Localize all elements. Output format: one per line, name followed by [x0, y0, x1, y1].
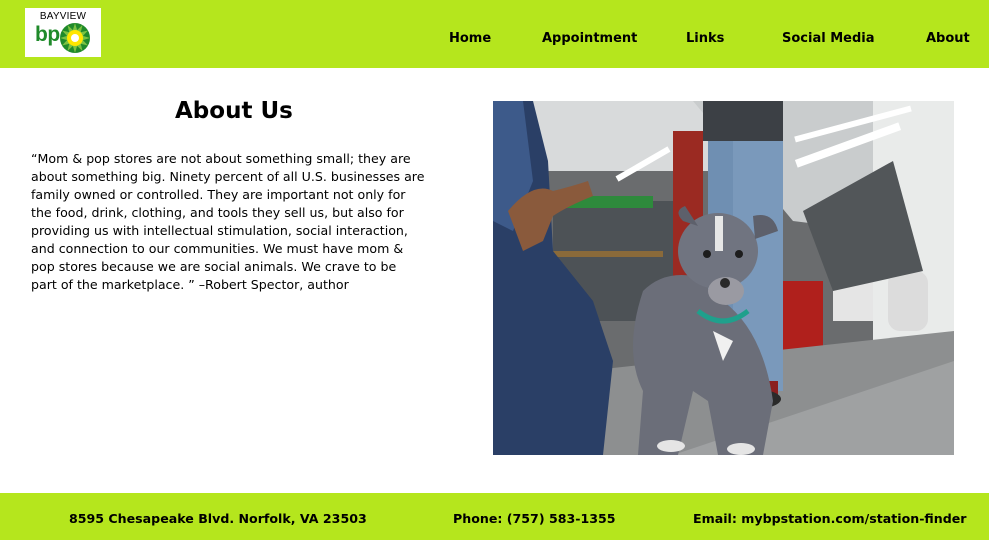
logo-text: BAYVIEW	[39, 11, 87, 22]
about-quote: “Mom & pop stores are not about somethin…	[31, 151, 425, 292]
page-title: About Us	[175, 98, 293, 124]
bayview-bp-logo[interactable]: BAYVIEW bp	[25, 8, 101, 57]
footer-email[interactable]: Email: mybpstation.com/station-finder	[693, 511, 967, 526]
nav-social-media[interactable]: Social Media	[782, 31, 875, 46]
logo-brand: bp	[35, 23, 60, 46]
dog-in-garage-image	[493, 101, 954, 455]
nav-home[interactable]: Home	[449, 31, 491, 46]
bp-helios-icon	[60, 23, 90, 53]
site-header: BAYVIEW bp Home Appointment Links Social…	[0, 0, 989, 68]
footer-address: 8595 Chesapeake Blvd. Norfolk, VA 23503	[69, 511, 367, 526]
footer-phone: Phone: (757) 583-1355	[453, 511, 616, 526]
nav-about[interactable]: About	[926, 31, 970, 46]
nav-appointment[interactable]: Appointment	[542, 31, 637, 46]
dog-photo	[493, 101, 954, 455]
site-footer: 8595 Chesapeake Blvd. Norfolk, VA 23503 …	[0, 493, 989, 540]
nav-links[interactable]: Links	[686, 31, 724, 46]
